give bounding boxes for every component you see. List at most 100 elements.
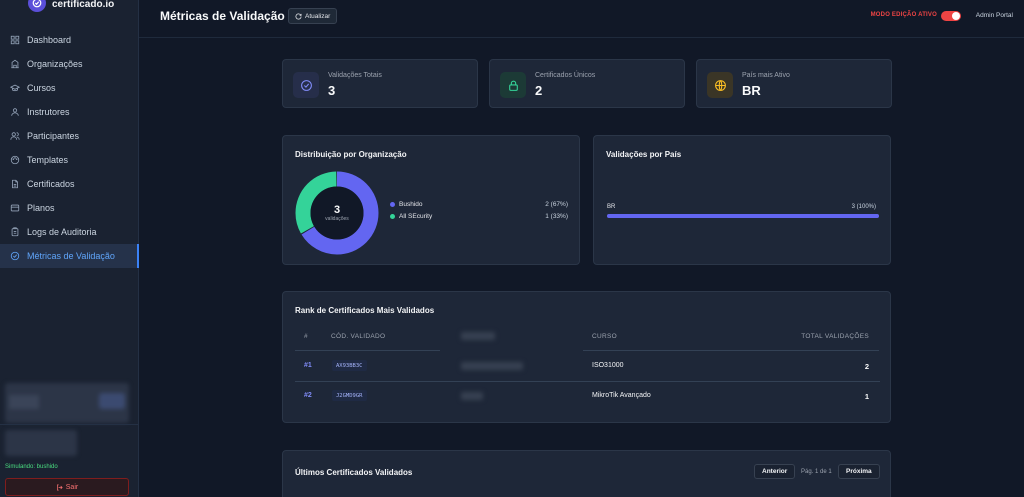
country-bar-track <box>607 214 879 218</box>
legend-value: 1 (33%) <box>545 213 568 220</box>
stat-label: Certificados Únicos <box>535 72 596 79</box>
card-title: Validações por País <box>606 150 682 159</box>
country-value: 3 (100%) <box>851 204 876 210</box>
card-title: Rank de Certificados Mais Validados <box>295 306 435 315</box>
org-distribution-card: Distribuição por Organização 3 validaçõe… <box>282 135 580 265</box>
card-title: Distribuição por Organização <box>295 150 407 159</box>
sidebar-item-logs-auditoria[interactable]: Logs de Auditoria <box>0 220 139 244</box>
row-divider <box>295 350 440 351</box>
total-validations: 2 <box>864 362 869 371</box>
sidebar-item-templates[interactable]: Templates <box>0 148 139 172</box>
sidebar-item-metricas-validacao[interactable]: Métricas de Validação <box>0 244 139 268</box>
sidebar-item-label: Organizações <box>27 59 83 69</box>
sidebar-item-label: Logs de Auditoria <box>27 227 97 237</box>
stat-card-certificados-unicos: Certificados Únicos 2 <box>489 59 685 108</box>
sidebar-item-participantes[interactable]: Participantes <box>0 124 139 148</box>
logout-button[interactable]: Sair <box>5 478 129 496</box>
stat-value: BR <box>742 83 761 98</box>
file-icon <box>12 179 18 189</box>
country-validations-card: Validações por País BR 3 (100%) <box>593 135 891 265</box>
logout-icon <box>56 484 63 490</box>
sidebar-item-label: Certificados <box>27 179 75 189</box>
stat-label: Validações Totais <box>328 72 382 79</box>
stat-value: 2 <box>535 83 543 98</box>
refresh-label: Atualizar <box>305 12 331 20</box>
donut-total-label: validações <box>325 216 349 222</box>
total-validations: 1 <box>864 392 869 401</box>
th-total: TOTAL VALIDAÇÕES <box>801 333 869 340</box>
brand-name: certificado.io <box>52 0 115 10</box>
course-name: MikroTik Avançado <box>592 392 651 399</box>
page-indicator: Pág. 1 de 1 <box>801 469 832 475</box>
rank-number: #1 <box>304 362 312 369</box>
refresh-icon <box>295 13 302 19</box>
th-course: CURSO <box>592 333 617 340</box>
brand[interactable]: certificado.io <box>28 0 114 14</box>
stat-label: País mais Ativo <box>742 72 790 79</box>
row-divider <box>295 381 880 382</box>
rank-number: #2 <box>304 392 312 399</box>
page-title: Métricas de Validação <box>160 9 285 23</box>
blurred-cell <box>461 362 523 370</box>
legend-dot <box>390 202 395 207</box>
user-icon <box>11 108 19 116</box>
sidebar: certificado.io Dashboard Organizações Cu… <box>0 0 139 497</box>
book-icon <box>10 84 20 92</box>
sidebar-item-planos[interactable]: Planos <box>0 196 139 220</box>
sidebar-item-label: Planos <box>27 203 55 213</box>
sidebar-item-label: Dashboard <box>27 35 72 45</box>
building-icon <box>11 59 19 69</box>
donut-total: 3 <box>333 204 341 216</box>
legend-dot <box>390 214 395 219</box>
legend-value: 2 (67%) <box>545 201 568 208</box>
edit-mode-toggle[interactable] <box>941 11 961 21</box>
simulating-label: Simulando: bushido <box>5 464 58 470</box>
logo-icon <box>28 0 46 12</box>
stat-card-pais-mais-ativo: País mais Ativo BR <box>696 59 892 108</box>
rank-card: Rank de Certificados Mais Validados # CÓ… <box>282 291 891 423</box>
stat-card-validacoes-totais: Validações Totais 3 <box>282 59 478 108</box>
lock-icon <box>500 72 526 98</box>
check-circle-icon <box>293 72 319 98</box>
sidebar-nav: Dashboard Organizações Cursos Instrutore… <box>0 28 139 268</box>
globe-icon <box>707 72 733 98</box>
users-icon <box>10 132 20 140</box>
sidebar-item-label: Participantes <box>27 131 80 141</box>
legend-name: All SEcurity <box>399 213 433 220</box>
sidebar-item-dashboard[interactable]: Dashboard <box>0 28 139 52</box>
th-num: # <box>304 333 308 340</box>
sidebar-item-certificados[interactable]: Certificados <box>0 172 139 196</box>
sidebar-divider <box>0 424 139 425</box>
logout-label: Sair <box>65 483 79 491</box>
blurred-org-card <box>5 383 129 423</box>
validation-code[interactable]: J2GMD9GR <box>332 390 367 401</box>
refresh-button[interactable]: Atualizar <box>288 8 338 24</box>
sidebar-item-cursos[interactable]: Cursos <box>0 76 139 100</box>
blurred-header <box>461 332 495 340</box>
user-label[interactable]: Admin Portal <box>976 12 1013 19</box>
validation-code[interactable]: AX93BB3C <box>332 360 367 371</box>
card-title: Últimos Certificados Validados <box>295 468 413 477</box>
legend-row-bushido: Bushido 2 (67%) <box>390 201 568 208</box>
blurred-cell <box>461 392 483 400</box>
latest-validated-card: Últimos Certificados Validados Anterior … <box>282 450 891 497</box>
row-divider <box>583 350 879 351</box>
sidebar-item-label: Métricas de Validação <box>27 251 115 261</box>
top-header: Métricas de Validação Atualizar MODO EDI… <box>139 0 1024 38</box>
next-page-button[interactable]: Próxima <box>838 464 880 479</box>
prev-page-button[interactable]: Anterior <box>754 464 796 479</box>
stat-value: 3 <box>328 83 336 98</box>
sidebar-item-organizacoes[interactable]: Organizações <box>0 52 139 76</box>
card-icon <box>10 204 20 212</box>
country-bar-fill <box>607 214 879 218</box>
sidebar-item-label: Instrutores <box>27 107 70 117</box>
blurred-user-info <box>5 430 77 456</box>
sidebar-item-instrutores[interactable]: Instrutores <box>0 100 139 124</box>
clipboard-icon <box>11 227 19 237</box>
sidebar-item-label: Cursos <box>27 83 56 93</box>
palette-icon <box>10 155 20 165</box>
th-code: CÓD. VALIDADO <box>331 333 386 340</box>
legend-row-all-security: All SEcurity 1 (33%) <box>390 213 568 220</box>
edit-mode-label: MODO EDIÇÃO ATIVO <box>870 12 937 18</box>
country-label: BR <box>607 204 616 210</box>
